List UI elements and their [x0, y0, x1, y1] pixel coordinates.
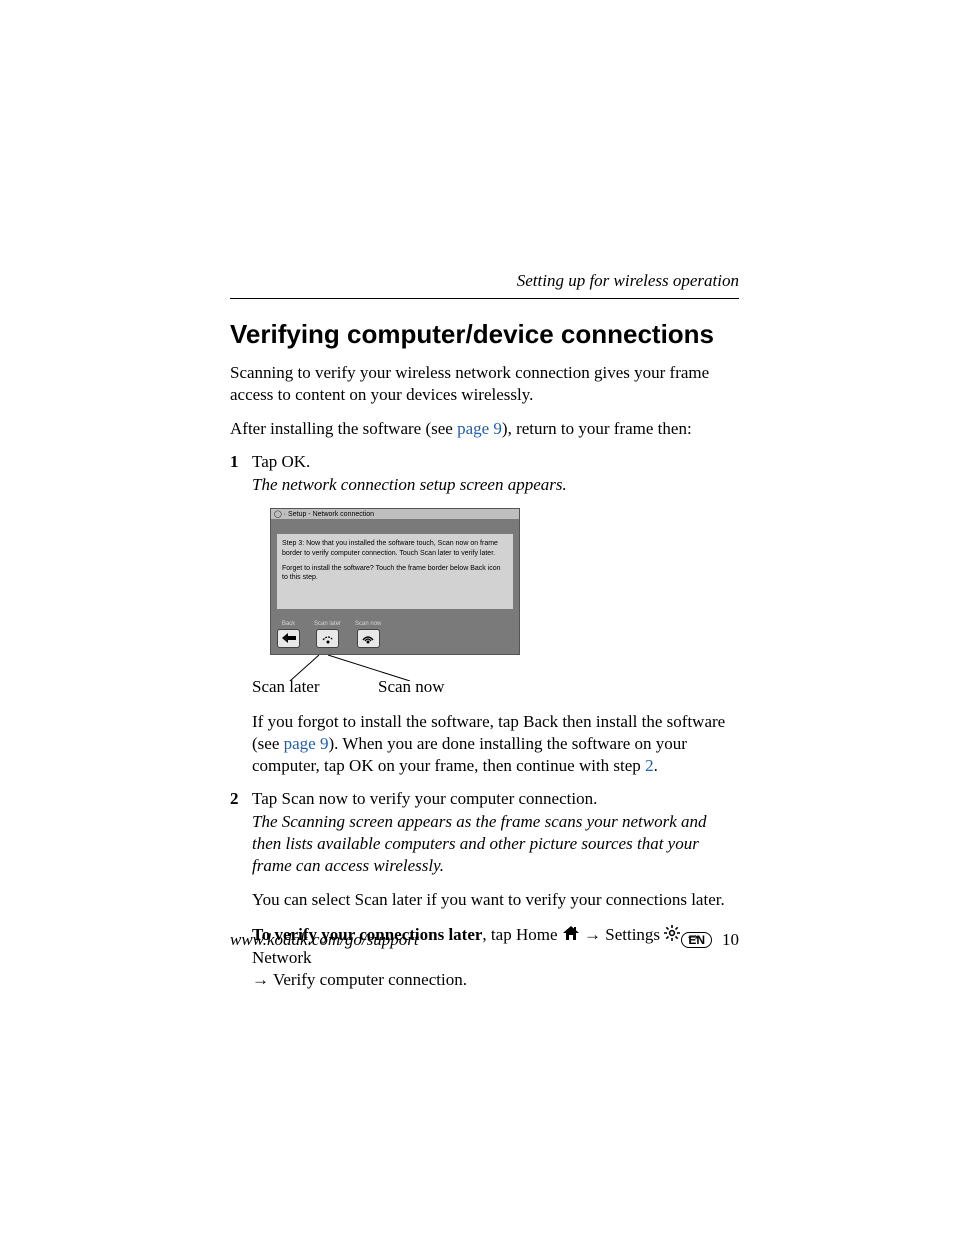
step-2-after: You can select Scan later if you want to… [252, 889, 739, 911]
step-1-note: The network connection setup screen appe… [252, 474, 739, 496]
intro-paragraph: Scanning to verify your wireless network… [230, 362, 739, 406]
back-button[interactable] [277, 629, 300, 648]
page-9-link-2[interactable]: page 9 [284, 734, 329, 753]
after-install-paragraph: After installing the software (see page … [230, 418, 739, 440]
footer-url: www.kodak.com/go/support [230, 930, 419, 950]
page-9-link[interactable]: page 9 [457, 419, 502, 438]
arrow-left-icon [282, 633, 296, 643]
page-title: Verifying computer/device connections [230, 319, 739, 350]
wifi-dashed-icon [321, 632, 335, 644]
device-screen: ◯ · Setup - Network connection Step 3: N… [270, 508, 520, 654]
running-header: Setting up for wireless operation [230, 270, 739, 292]
step-1: 1 Tap OK. [230, 452, 739, 472]
page-footer: www.kodak.com/go/support EN 10 [230, 930, 739, 950]
scan-now-button-label: Scan now [355, 621, 381, 627]
scan-later-button-label: Scan later [314, 621, 341, 627]
language-badge: EN [681, 932, 712, 948]
scan-now-button[interactable] [357, 629, 380, 648]
step-2: 2 Tap Scan now to verify your computer c… [230, 789, 739, 809]
callout-labels: Scan later Scan now [230, 677, 739, 697]
scan-later-button[interactable] [316, 629, 339, 648]
screen-dialog: Step 3: Now that you installed the softw… [277, 534, 513, 608]
screen-titlebar: ◯ · Setup - Network connection [271, 509, 519, 519]
step-2-link[interactable]: 2 [645, 756, 654, 775]
back-button-label: Back [282, 621, 295, 627]
callout-scan-later: Scan later [252, 677, 378, 697]
header-rule [230, 298, 739, 299]
screenshot-figure: ◯ · Setup - Network connection Step 3: N… [270, 508, 520, 680]
forgot-paragraph: If you forgot to install the software, t… [252, 711, 739, 777]
wifi-icon [361, 632, 375, 644]
step-2-note: The Scanning screen appears as the frame… [252, 811, 739, 877]
page-number: 10 [722, 930, 739, 950]
callout-scan-now: Scan now [378, 677, 445, 697]
